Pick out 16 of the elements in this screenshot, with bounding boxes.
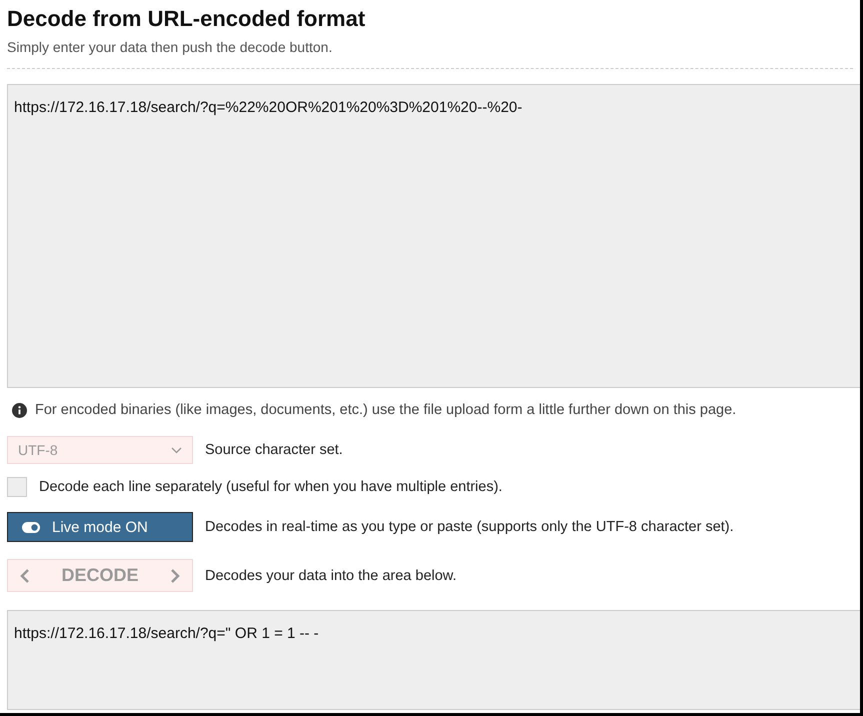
checkbox[interactable] bbox=[7, 477, 27, 497]
page-title: Decode from URL-encoded format bbox=[7, 6, 366, 32]
info-text: For encoded binaries (like images, documents, etc.) use the file upload form a little further down on this page. bbox=[35, 402, 736, 418]
live-mode-button[interactable]: Live mode ON bbox=[7, 512, 193, 542]
chevron-icon bbox=[171, 446, 182, 454]
charset-label: Source character set. bbox=[205, 442, 343, 458]
info-icon bbox=[12, 402, 27, 418]
output-field[interactable]: https://172.16.17.18/search/?q=" OR 1 = 1 -- - bbox=[7, 610, 860, 710]
toggle-icon bbox=[22, 522, 40, 532]
chevron-left-icon bbox=[20, 568, 30, 584]
input-field[interactable]: https://172.16.17.18/search/?q=%22%20OR%201%20%3D%201%20--%20- bbox=[7, 84, 860, 388]
chevron-right-icon bbox=[170, 568, 180, 584]
decode-description: Decodes your data into the area below. bbox=[205, 568, 456, 584]
checkbox-label: Decode each line separately (useful for when you have multiple entries). bbox=[39, 479, 502, 495]
subtitle: Simply enter your data then push the decode button. bbox=[7, 39, 334, 55]
live-mode-description: Decodes in real-time as you type or paste (supports only the UTF-8 character set). bbox=[205, 519, 734, 535]
